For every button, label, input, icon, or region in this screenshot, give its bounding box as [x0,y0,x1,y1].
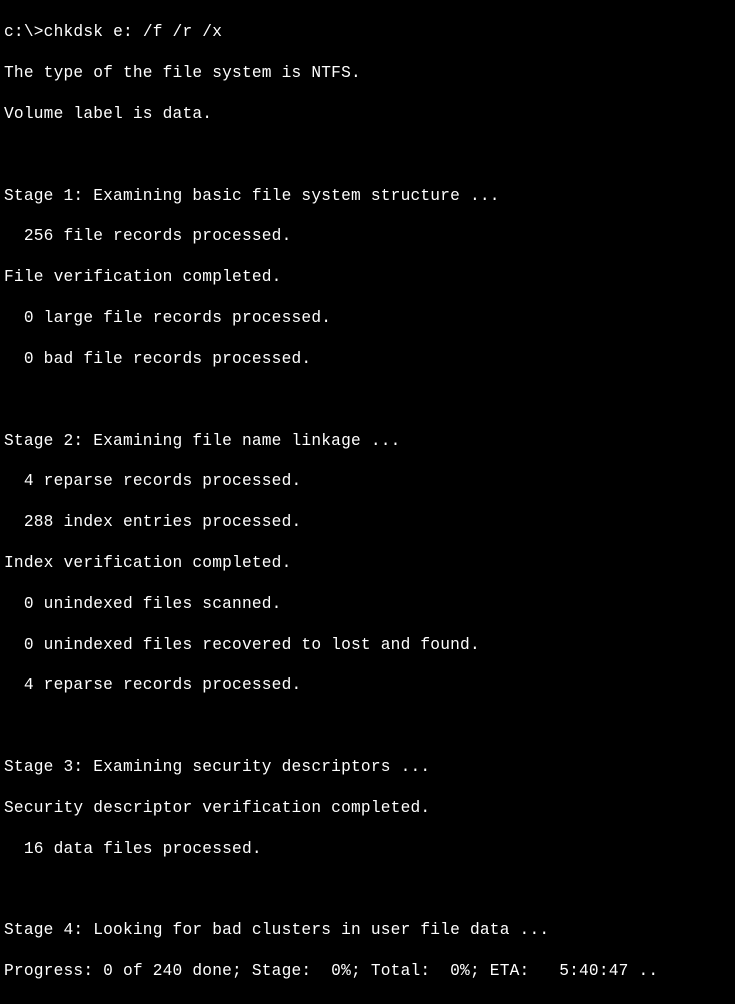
blank-line [4,879,731,899]
terminal-output: c:\>chkdsk e: /f /r /x The type of the f… [0,0,735,1004]
progress-line: Progress: 0 of 240 done; Stage: 0%; Tota… [4,961,731,981]
output-line: File verification completed. [4,267,731,287]
output-line: 4 reparse records processed. [4,471,731,491]
output-line: 0 large file records processed. [4,308,731,328]
output-line: 288 index entries processed. [4,512,731,532]
output-line: The type of the file system is NTFS. [4,63,731,83]
output-line: Index verification completed. [4,553,731,573]
output-line: 0 unindexed files recovered to lost and … [4,635,731,655]
prompt: c:\> [4,23,44,41]
output-line: 4 reparse records processed. [4,675,731,695]
stage-header: Stage 4: Looking for bad clusters in use… [4,920,731,940]
output-line: 256 file records processed. [4,226,731,246]
output-line: Security descriptor verification complet… [4,798,731,818]
command-line[interactable]: c:\>chkdsk e: /f /r /x [4,22,731,42]
typed-command: chkdsk e: /f /r /x [44,23,222,41]
blank-line [4,390,731,410]
output-line: 0 bad file records processed. [4,349,731,369]
blank-line [4,716,731,736]
output-line: Volume label is data. [4,104,731,124]
output-line: 0 unindexed files scanned. [4,594,731,614]
stage-header: Stage 2: Examining file name linkage ... [4,431,731,451]
stage-header: Stage 3: Examining security descriptors … [4,757,731,777]
stage-header: Stage 1: Examining basic file system str… [4,186,731,206]
output-line: 16 data files processed. [4,839,731,859]
blank-line [4,145,731,165]
